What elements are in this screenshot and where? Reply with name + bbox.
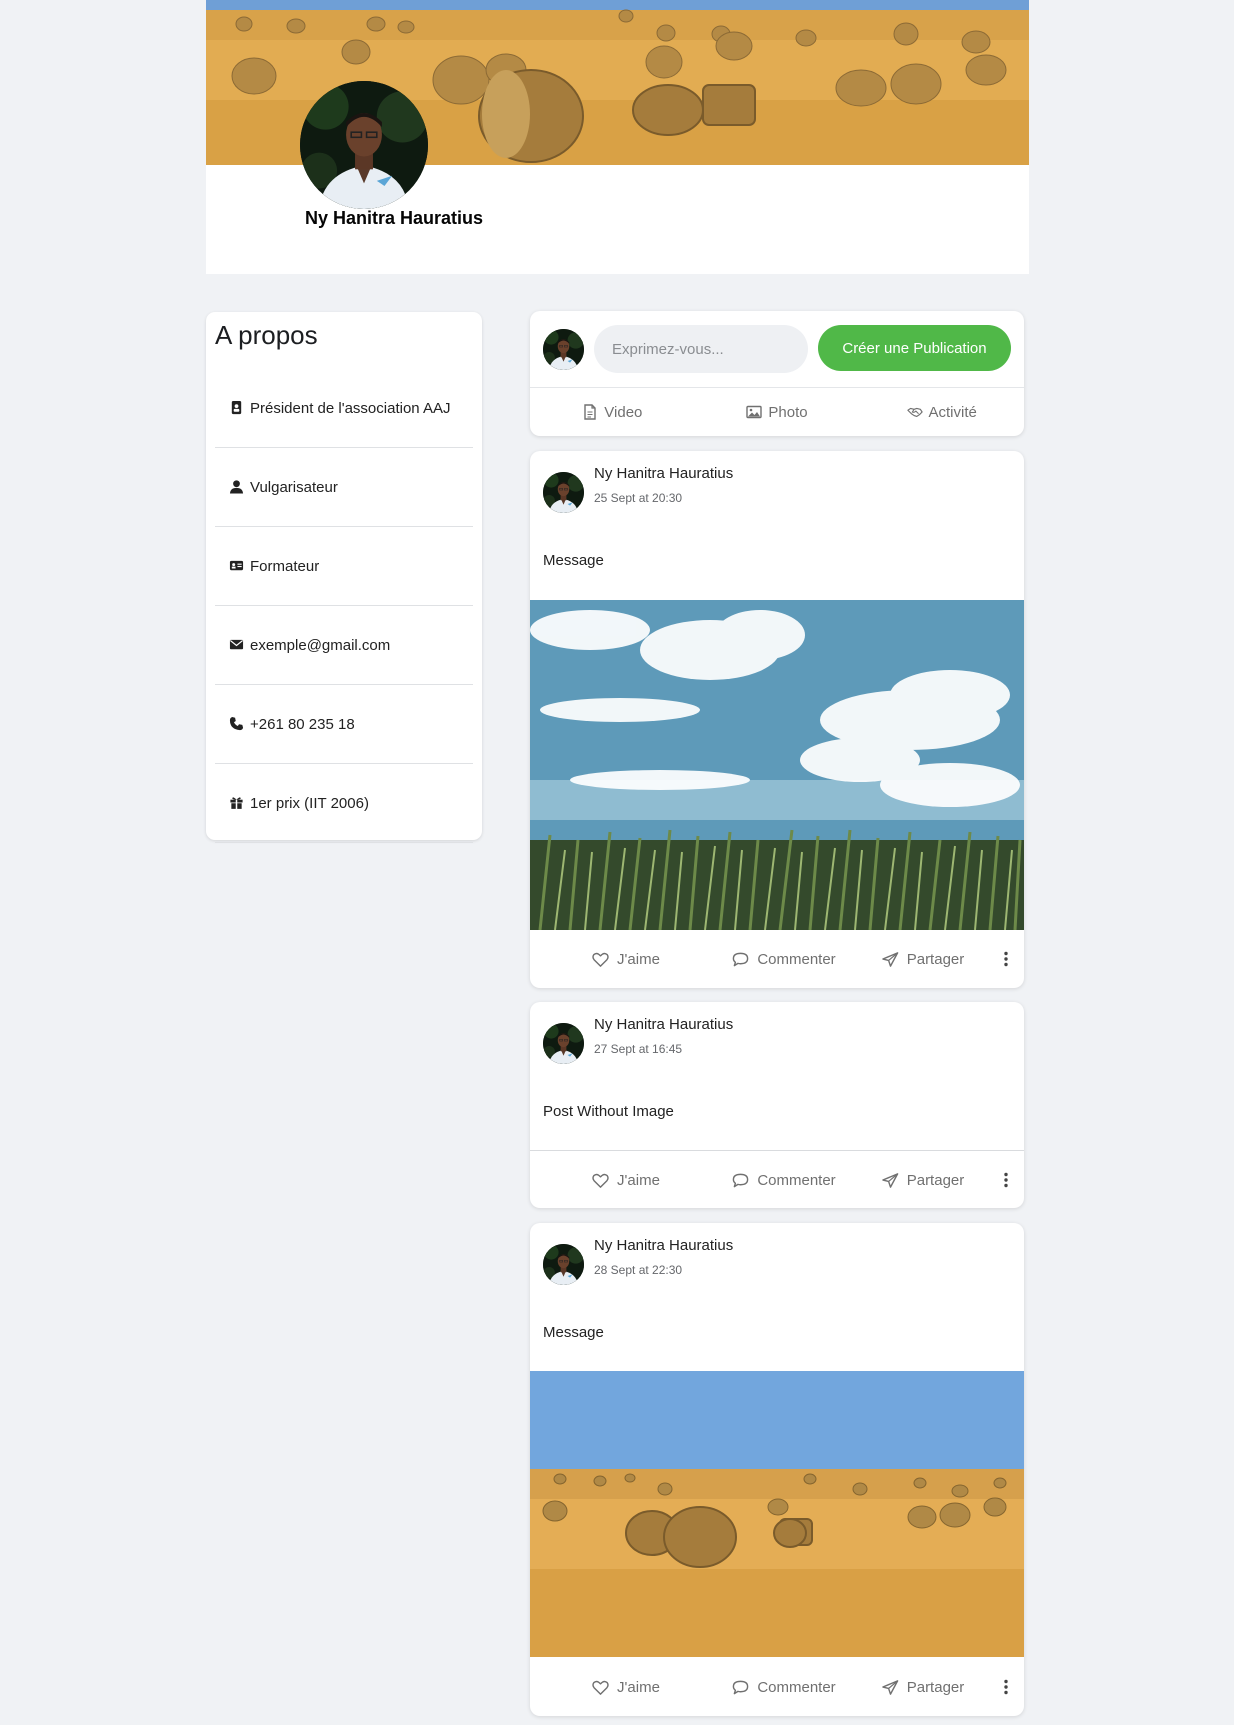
composer-action-label: Activité bbox=[928, 403, 977, 421]
post-author-name[interactable]: Ny Hanitra Hauratius bbox=[594, 1237, 733, 1254]
post-text: Message bbox=[543, 552, 604, 569]
profile-header: Ny Hanitra Hauratius bbox=[206, 0, 1029, 274]
post-actions: J'aime Commenter Partager bbox=[530, 1152, 1024, 1208]
about-list: Président de l'association AAJ Vulgarisa… bbox=[215, 369, 473, 843]
post-text: Post Without Image bbox=[543, 1103, 674, 1120]
like-button[interactable]: J'aime bbox=[530, 1679, 710, 1696]
gift-icon bbox=[229, 795, 245, 811]
comment-label: Commenter bbox=[757, 1678, 836, 1696]
handshake-icon bbox=[906, 407, 923, 418]
about-item-text: Formateur bbox=[250, 557, 320, 575]
post-timestamp: 25 Sept at 20:30 bbox=[594, 491, 683, 505]
post-image[interactable] bbox=[530, 1371, 1024, 1657]
about-item-role: Président de l'association AAJ bbox=[215, 369, 473, 448]
create-post-button[interactable]: Créer une Publication bbox=[818, 325, 1011, 371]
post-actions: J'aime Commenter Partager bbox=[530, 1659, 1024, 1715]
user-icon bbox=[229, 479, 245, 495]
profile-avatar[interactable] bbox=[300, 81, 428, 209]
envelope-icon bbox=[229, 637, 245, 653]
id-card-icon bbox=[229, 558, 245, 574]
about-item-text: 1er prix (IIT 2006) bbox=[250, 794, 369, 812]
like-button[interactable]: J'aime bbox=[530, 1172, 710, 1189]
about-item-occupation: Vulgarisateur bbox=[215, 448, 473, 527]
more-vertical-icon bbox=[1004, 1679, 1008, 1695]
heart-icon bbox=[592, 952, 609, 967]
comment-icon bbox=[733, 1680, 749, 1694]
comment-icon bbox=[733, 1173, 749, 1187]
post-card: Ny Hanitra Hauratius 28 Sept at 22:30 Me… bbox=[530, 1223, 1024, 1716]
post-timestamp: 27 Sept at 16:45 bbox=[594, 1042, 683, 1056]
composer-actions: Video Photo Activité bbox=[530, 388, 1024, 436]
more-vertical-icon bbox=[1004, 1172, 1008, 1188]
about-item-text: Vulgarisateur bbox=[250, 478, 338, 496]
post-author-avatar[interactable] bbox=[543, 472, 584, 513]
about-card: A propos Président de l'association AAJ … bbox=[206, 312, 482, 843]
share-button[interactable]: Partager bbox=[858, 951, 988, 968]
about-item-award: 1er prix (IIT 2006) bbox=[215, 764, 473, 843]
about-item-email: exemple@gmail.com bbox=[215, 606, 473, 685]
post-card: Ny Hanitra Hauratius 27 Sept at 16:45 Po… bbox=[530, 1002, 1024, 1208]
more-vertical-icon bbox=[1004, 951, 1008, 967]
comment-button[interactable]: Commenter bbox=[710, 1172, 858, 1189]
post-author-name[interactable]: Ny Hanitra Hauratius bbox=[594, 1016, 733, 1033]
comment-button[interactable]: Commenter bbox=[710, 951, 858, 968]
paper-plane-icon bbox=[881, 1679, 899, 1695]
comment-icon bbox=[733, 952, 749, 966]
post-card: Ny Hanitra Hauratius 25 Sept at 20:30 Me… bbox=[530, 451, 1024, 988]
share-button[interactable]: Partager bbox=[858, 1172, 988, 1189]
comment-label: Commenter bbox=[757, 950, 836, 968]
like-label: J'aime bbox=[617, 950, 660, 968]
post-author-avatar[interactable] bbox=[543, 1023, 584, 1064]
like-button[interactable]: J'aime bbox=[530, 951, 710, 968]
paper-plane-icon bbox=[881, 1172, 899, 1188]
paper-plane-icon bbox=[881, 951, 899, 967]
composer-photo-button[interactable]: Photo bbox=[695, 404, 860, 421]
post-author-avatar[interactable] bbox=[543, 1244, 584, 1285]
more-options-button[interactable] bbox=[988, 951, 1024, 967]
heart-icon bbox=[592, 1680, 609, 1695]
post-composer: Créer une Publication Video Photo Activi… bbox=[530, 311, 1024, 436]
like-label: J'aime bbox=[617, 1678, 660, 1696]
image-icon bbox=[746, 405, 763, 419]
share-label: Partager bbox=[906, 1678, 965, 1696]
like-label: J'aime bbox=[617, 1171, 660, 1189]
post-author-name[interactable]: Ny Hanitra Hauratius bbox=[594, 465, 733, 482]
about-item-text: Président de l'association AAJ bbox=[250, 399, 451, 417]
about-title: A propos bbox=[215, 320, 318, 350]
post-divider bbox=[530, 1150, 1024, 1151]
composer-input[interactable] bbox=[594, 325, 808, 373]
heart-icon bbox=[592, 1173, 609, 1188]
about-item-text: +261 80 235 18 bbox=[250, 715, 355, 733]
id-badge-icon bbox=[229, 400, 245, 416]
comment-button[interactable]: Commenter bbox=[710, 1679, 858, 1696]
composer-video-button[interactable]: Video bbox=[530, 404, 695, 421]
share-button[interactable]: Partager bbox=[858, 1679, 988, 1696]
more-options-button[interactable] bbox=[988, 1172, 1024, 1188]
share-label: Partager bbox=[906, 1171, 965, 1189]
phone-icon bbox=[229, 716, 245, 732]
post-text: Message bbox=[543, 1324, 604, 1341]
composer-avatar[interactable] bbox=[543, 329, 584, 370]
share-label: Partager bbox=[906, 950, 965, 968]
composer-action-label: Photo bbox=[768, 403, 808, 421]
composer-action-label: Video bbox=[604, 403, 643, 421]
about-item-phone: +261 80 235 18 bbox=[215, 685, 473, 764]
comment-label: Commenter bbox=[757, 1171, 836, 1189]
more-options-button[interactable] bbox=[988, 1679, 1024, 1695]
about-item-position: Formateur bbox=[215, 527, 473, 606]
post-timestamp: 28 Sept at 22:30 bbox=[594, 1263, 683, 1277]
profile-name: Ny Hanitra Hauratius bbox=[304, 208, 484, 228]
about-item-text: exemple@gmail.com bbox=[250, 636, 391, 654]
post-image[interactable] bbox=[530, 600, 1024, 930]
post-actions: J'aime Commenter Partager bbox=[530, 931, 1024, 987]
composer-activity-button[interactable]: Activité bbox=[859, 404, 1024, 421]
file-icon bbox=[584, 404, 596, 420]
